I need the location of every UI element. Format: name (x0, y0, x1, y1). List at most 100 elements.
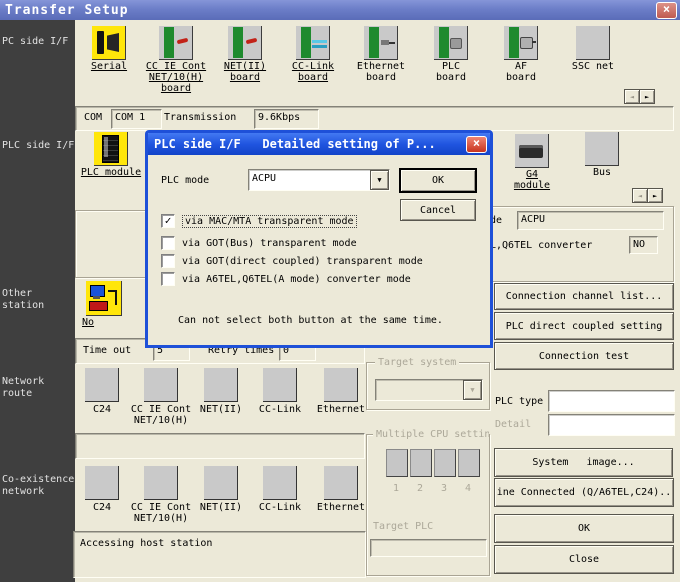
coexistence-label: Ethernet (308, 502, 374, 513)
connection-channel-list-button[interactable]: Connection channel list... (494, 283, 674, 310)
checkbox-row-got-direct[interactable]: via GOT(direct coupled) transparent mode (161, 254, 423, 268)
checkbox-row-mac-mta[interactable]: ✓ via MAC/MTA transparent mode (161, 214, 357, 228)
net-ii-icon[interactable] (204, 368, 238, 402)
dialog-cancel-button[interactable]: Cancel (400, 199, 476, 221)
plc-if-item-plc-module[interactable]: PLC module (76, 132, 146, 178)
plc-if-item-bus[interactable]: Bus (578, 132, 626, 178)
cc-ie-cont-board-icon[interactable] (159, 26, 193, 60)
cc-link-icon[interactable] (263, 466, 297, 500)
serial-port-icon[interactable] (92, 26, 126, 60)
plc-if-item-label: Bus (578, 167, 626, 178)
af-board-icon[interactable] (504, 26, 538, 60)
connection-test-button[interactable]: Connection test (494, 342, 674, 370)
target-plc-input[interactable] (370, 539, 487, 557)
ethernet-icon[interactable] (324, 368, 358, 402)
coexistence-label: CC-Link (247, 502, 313, 513)
other-station-item-no[interactable]: No (80, 281, 128, 328)
pc-if-item-label: SSC net (569, 61, 617, 72)
pc-if-item-cc-ie-cont[interactable]: CC IE Cont NET/10(H) board (141, 26, 211, 94)
checkbox-row-a6tel[interactable]: via A6TEL,Q6TEL(A mode) converter mode (161, 272, 411, 286)
cc-link-board-icon[interactable] (296, 26, 330, 60)
network-route-item-net-ii[interactable]: NET(II) (188, 368, 254, 415)
c24-icon[interactable] (85, 466, 119, 500)
scroll-left-icon[interactable]: ◄ (632, 188, 648, 203)
checkbox-row-got-bus[interactable]: via GOT(Bus) transparent mode (161, 236, 357, 250)
bus-icon[interactable] (585, 132, 619, 166)
pc-if-item-plc-board[interactable]: PLC board (427, 26, 475, 83)
coexistence-item-ethernet[interactable]: Ethernet (308, 466, 374, 513)
network-route-item-ethernet[interactable]: Ethernet (308, 368, 374, 415)
sidebar-label-coexistence: Co-existence network (2, 474, 75, 498)
ssc-net-icon[interactable] (576, 26, 610, 60)
checkbox-label: via A6TEL,Q6TEL(A mode) converter mode (182, 274, 411, 285)
ethernet-board-icon[interactable] (364, 26, 398, 60)
transfer-setup-window: Transfer Setup × PC side I/F PLC side I/… (0, 0, 680, 582)
no-other-station-icon[interactable] (86, 281, 122, 316)
net-ii-icon[interactable] (204, 466, 238, 500)
pc-if-item-ssc-net[interactable]: SSC net (569, 26, 617, 72)
network-route-item-c24[interactable]: C24 (69, 368, 135, 415)
checkbox-label: via GOT(Bus) transparent mode (182, 238, 357, 249)
checkbox-unchecked-icon[interactable] (161, 272, 175, 286)
cpu-slot-2[interactable] (410, 449, 432, 477)
plc-module-icon[interactable] (94, 132, 128, 166)
coexistence-item-cc-link[interactable]: CC-Link (247, 466, 313, 513)
sidebar-label-network-route: Network route (2, 376, 75, 400)
checkbox-unchecked-icon[interactable] (161, 254, 175, 268)
sidebar-label-other-station: Other station (2, 288, 75, 312)
coexistence-item-net-ii[interactable]: NET(II) (188, 466, 254, 513)
cc-ie-cont-icon[interactable] (144, 466, 178, 500)
cpu-slot-number: 3 (441, 483, 447, 494)
pc-if-item-af-board[interactable]: AF board (497, 26, 545, 83)
close-icon[interactable]: × (656, 2, 677, 19)
pc-if-item-label: AF board (497, 61, 545, 83)
cc-ie-cont-icon[interactable] (144, 368, 178, 402)
line-connected-button[interactable]: ine Connected (Q/A6TEL,C24).. (494, 478, 674, 507)
title-bar[interactable]: Transfer Setup × (0, 0, 680, 20)
scroll-left-icon[interactable]: ◄ (624, 89, 640, 104)
coexistence-item-c24[interactable]: C24 (69, 466, 135, 513)
dialog-title-bar[interactable]: PLC side I/F Detailed setting of P... × (148, 133, 490, 155)
network-route-item-cc-link[interactable]: CC-Link (247, 368, 313, 415)
cpu-slot-1[interactable] (386, 449, 408, 477)
plc-board-icon[interactable] (434, 26, 468, 60)
target-system-group: Target system ▼ (366, 362, 490, 410)
cpu-slot-3[interactable] (434, 449, 456, 477)
checkbox-unchecked-icon[interactable] (161, 236, 175, 250)
chevron-down-icon[interactable]: ▼ (370, 170, 389, 190)
pc-if-item-cc-link[interactable]: CC-Link board (278, 26, 348, 83)
g4-module-icon[interactable] (515, 134, 549, 168)
close-button[interactable]: Close (494, 545, 674, 574)
network-route-item-cc-ie[interactable]: CC IE Cont NET/10(H) (128, 368, 194, 426)
close-icon[interactable]: × (466, 136, 487, 153)
plc-direct-coupled-setting-button[interactable]: PLC direct coupled setting (494, 312, 674, 340)
ethernet-icon[interactable] (324, 466, 358, 500)
dialog-ok-button[interactable]: OK (400, 169, 476, 192)
network-route-label: CC IE Cont NET/10(H) (128, 404, 194, 426)
scroll-right-icon[interactable]: ► (647, 188, 663, 203)
plc-type-input[interactable] (548, 390, 675, 412)
net-ii-board-icon[interactable] (228, 26, 262, 60)
system-image-button[interactable]: System image... (494, 448, 673, 477)
pc-if-item-net-ii[interactable]: NET(II) board (210, 26, 280, 83)
detail-input[interactable] (548, 414, 675, 436)
plc-if-item-label: PLC module (76, 167, 146, 178)
pc-if-item-serial[interactable]: Serial (74, 26, 144, 72)
c24-icon[interactable] (85, 368, 119, 402)
plc-mode-select[interactable]: ACPU ▼ (248, 169, 390, 191)
plc-if-item-g4-module[interactable]: G4 module (508, 134, 556, 191)
cpu-slot-4[interactable] (458, 449, 480, 477)
checkbox-checked-icon[interactable]: ✓ (161, 214, 175, 228)
target-system-select[interactable]: ▼ (375, 379, 483, 401)
plc-type-label: PLC type (495, 396, 543, 407)
converter-value: NO (629, 236, 658, 254)
pc-if-item-ethernet[interactable]: Ethernet board (351, 26, 411, 83)
network-route-label: Ethernet (308, 404, 374, 415)
coexistence-item-cc-ie[interactable]: CC IE Cont NET/10(H) (128, 466, 194, 524)
scroll-right-icon[interactable]: ► (639, 89, 655, 104)
ok-button[interactable]: OK (494, 514, 674, 543)
cc-link-icon[interactable] (263, 368, 297, 402)
chevron-down-icon[interactable]: ▼ (463, 380, 482, 400)
target-system-label: Target system (375, 357, 459, 368)
status-box: Accessing host station (73, 531, 366, 578)
